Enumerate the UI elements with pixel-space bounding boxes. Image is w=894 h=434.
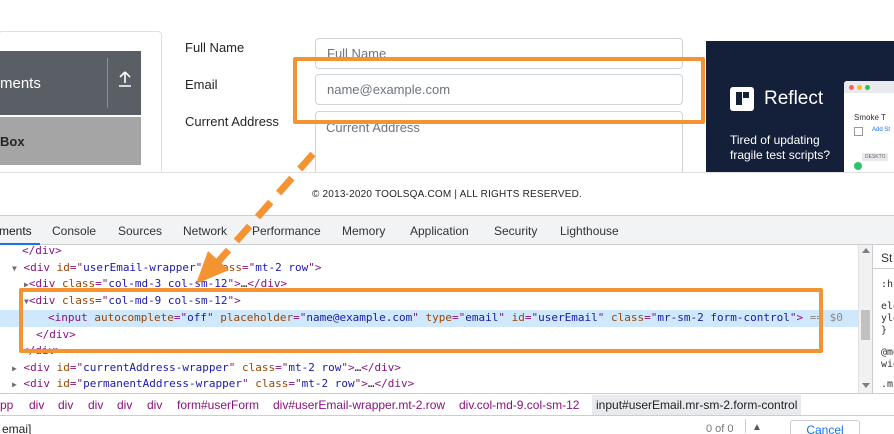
- tab-memory[interactable]: Memory: [342, 224, 385, 238]
- window-dot-icon: [865, 85, 870, 90]
- checkbox-icon: [854, 127, 863, 136]
- styles-filter[interactable]: :h: [881, 279, 893, 290]
- dom-node[interactable]: </div>: [22, 245, 62, 260]
- sidebar-group-title: ments: [0, 75, 41, 92]
- tab-application[interactable]: Application: [410, 224, 469, 238]
- sidebar-group-header[interactable]: ments: [0, 51, 141, 115]
- devtools-panel: ments Console Sources Network Performanc…: [0, 215, 894, 434]
- full-name-input[interactable]: [315, 38, 683, 69]
- breadcrumb-item[interactable]: div: [29, 398, 44, 412]
- expanded-triangle-icon[interactable]: ▼: [12, 264, 17, 273]
- footer-copyright: © 2013-2020 TOOLSQA.COM | ALL RIGHTS RES…: [312, 189, 583, 200]
- ad-preview-chip: DESKTO: [862, 153, 889, 161]
- reflect-logo-icon: [730, 87, 754, 111]
- style-rule-text: ele: [881, 301, 894, 312]
- breadcrumb-item[interactable]: form#userForm: [177, 398, 259, 412]
- tab-performance[interactable]: Performance: [252, 224, 321, 238]
- tab-lighthouse[interactable]: Lighthouse: [560, 224, 619, 238]
- style-rule-text: yle: [881, 313, 894, 324]
- breadcrumb-item[interactable]: div.col-md-9.col-sm-12: [459, 398, 579, 412]
- web-page: ments Box Full Name Email Current Addres…: [0, 0, 894, 172]
- ad-preview-link: Add St: [872, 127, 891, 133]
- style-rule-text: wid: [881, 359, 894, 370]
- breadcrumb: pp div div div div div form#userForm div…: [0, 393, 894, 415]
- chevron-up-icon[interactable]: ▲: [752, 422, 762, 433]
- email-input[interactable]: [315, 74, 683, 105]
- tab-network[interactable]: Network: [183, 224, 227, 238]
- collapsed-triangle-icon[interactable]: ▶: [12, 380, 17, 389]
- devtools-tab-bar: ments Console Sources Network Performanc…: [0, 215, 894, 245]
- breadcrumb-item[interactable]: div: [117, 398, 132, 412]
- sidebar-item-label: Box: [0, 134, 25, 149]
- dom-node[interactable]: ▶ <div id="permanentAddress-wrapper" cla…: [12, 376, 414, 393]
- breadcrumb-item[interactable]: pp: [0, 398, 13, 412]
- page-footer: © 2013-2020 TOOLSQA.COM | ALL RIGHTS RES…: [0, 172, 894, 215]
- reflect-advertisement[interactable]: Reflect Tired of updating fragile test s…: [706, 41, 894, 172]
- dom-node[interactable]: ▶<div class="col-md-3 col-sm-12">…</div>: [24, 276, 287, 293]
- dom-node[interactable]: </div>: [22, 343, 62, 360]
- scroll-up-icon[interactable]: [862, 248, 870, 253]
- style-rule-text: }: [881, 325, 888, 336]
- divider: [745, 419, 746, 433]
- tab-console[interactable]: Console: [52, 224, 96, 238]
- scroll-down-icon[interactable]: [862, 383, 870, 388]
- ad-preview-window: Smoke T Add St DESKTO: [844, 81, 894, 172]
- breadcrumb-item-current[interactable]: input#userEmail.mr-sm-2.form-control: [592, 395, 802, 415]
- breadcrumb-item[interactable]: div: [147, 398, 162, 412]
- tab-security[interactable]: Security: [494, 224, 537, 238]
- status-dot-icon: [854, 162, 862, 170]
- scrollbar-thumb[interactable]: [861, 310, 870, 340]
- dom-node[interactable]: </div>: [36, 327, 76, 344]
- cancel-button[interactable]: Cancel: [790, 420, 860, 434]
- current-address-input[interactable]: [315, 111, 683, 172]
- dom-node[interactable]: ▼ <div id="userEmail-wrapper" class="mt-…: [12, 260, 322, 277]
- ad-brand: Reflect: [764, 88, 824, 109]
- breadcrumb-item[interactable]: div: [58, 398, 73, 412]
- sidebar-item-text-box[interactable]: Box: [0, 117, 141, 165]
- current-address-label: Current Address: [185, 114, 279, 129]
- divider: [107, 58, 108, 108]
- collapsed-triangle-icon[interactable]: ▶: [12, 364, 17, 373]
- find-count: 0 of 0: [706, 423, 734, 434]
- breadcrumb-item[interactable]: div#userEmail-wrapper.mt-2.row: [273, 398, 445, 412]
- email-label: Email: [185, 77, 218, 92]
- find-input[interactable]: emai]: [2, 422, 31, 434]
- breadcrumb-item[interactable]: div: [88, 398, 103, 412]
- collapse-arrow-icon[interactable]: [114, 71, 136, 93]
- ad-preview-title: Smoke T: [854, 113, 886, 122]
- window-dot-icon: [857, 85, 862, 90]
- dom-node[interactable]: ▶ <div id="currentAddress-wrapper" class…: [12, 360, 401, 377]
- dom-node[interactable]: ▼<div class="col-md-9 col-sm-12">: [24, 293, 241, 310]
- dom-tree[interactable]: </div> ▼ <div id="userEmail-wrapper" cla…: [0, 245, 858, 393]
- dom-tree-scrollbar[interactable]: [858, 245, 872, 393]
- find-bar: emai] 0 of 0 ▲ Cancel: [0, 415, 894, 434]
- tab-sources[interactable]: Sources: [118, 224, 162, 238]
- styles-tab-underline: [872, 245, 894, 269]
- style-rule-text: @me: [881, 347, 894, 358]
- full-name-label: Full Name: [185, 40, 245, 55]
- dom-node-selected[interactable]: <input autocomplete="off" placeholder="n…: [0, 310, 858, 327]
- style-rule-text: .m: [881, 379, 894, 390]
- ad-tagline: Tired of updating fragile test scripts?: [730, 133, 831, 162]
- tab-elements[interactable]: ments: [0, 224, 32, 238]
- window-dot-icon: [849, 85, 854, 90]
